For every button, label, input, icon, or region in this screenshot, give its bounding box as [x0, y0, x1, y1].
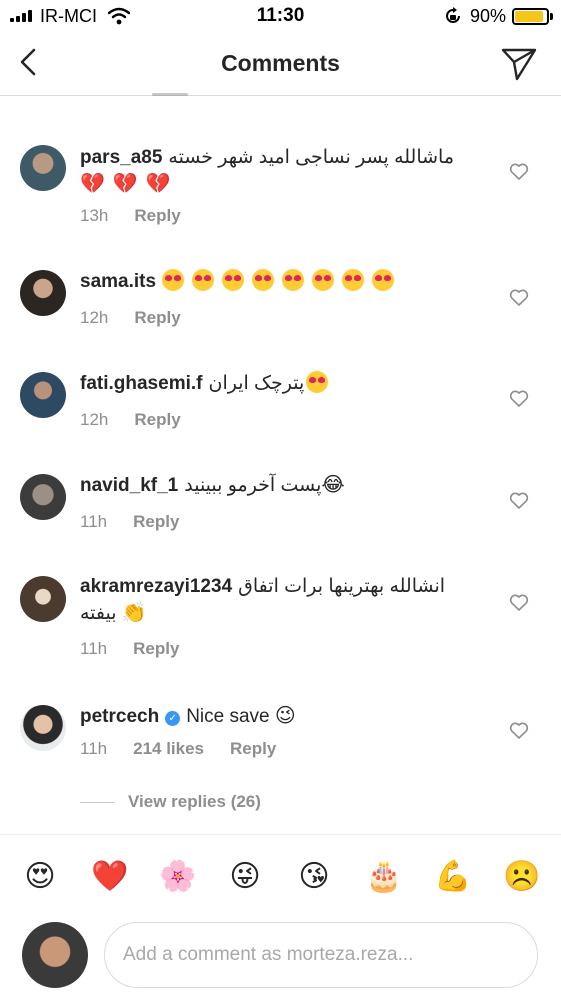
reply-button[interactable]: Reply	[230, 739, 276, 758]
emoji-winking-tongue-button[interactable]: 😜	[227, 859, 263, 895]
comment-username[interactable]: navid_kf_1	[80, 475, 178, 496]
heart-eyes-emoji	[252, 269, 275, 291]
comment-body: fati.ghasemi.f پترچک ایران	[80, 370, 480, 397]
heart-eyes-emoji	[312, 269, 335, 291]
comment-meta: 12h Reply	[80, 308, 207, 328]
battery-percent: 90%	[470, 6, 507, 26]
heart-eyes-emoji	[192, 269, 215, 291]
comment-body: pars_a85 ماشالله پسر نساجی امید شهر خسته …	[80, 144, 480, 198]
status-bar: IR-MCI 11:30 90%	[0, 0, 561, 34]
rotation-lock-icon	[446, 7, 460, 23]
battery-icon	[512, 8, 549, 25]
comment-text: پترچک ایران	[208, 373, 305, 394]
comment-time: 13h	[80, 206, 109, 225]
avatar[interactable]	[20, 145, 66, 191]
avatar[interactable]	[20, 372, 66, 418]
emoji-cherry-blossom-button[interactable]: 🌸	[159, 859, 196, 895]
comment-meta: 13h Reply	[80, 206, 207, 226]
heart-eyes-emoji	[282, 269, 305, 291]
broken-heart-emoji: 💔	[112, 173, 138, 195]
comment-body: akramrezayi1234 انشالله بهترینها برات اتف…	[80, 573, 480, 627]
heart-eyes-emoji	[162, 269, 185, 291]
header: Comments	[0, 34, 561, 96]
comment-time: 11h	[80, 639, 108, 658]
comment-meta: 11h 214 likes Reply	[80, 739, 302, 759]
laughing-emoji: 😂	[321, 474, 345, 496]
heart-outline-icon[interactable]	[509, 593, 529, 613]
heart-eyes-emoji	[372, 269, 395, 291]
comment-username[interactable]: pars_a85	[80, 147, 162, 168]
comment-username[interactable]: petrcech	[80, 706, 159, 727]
comment-body: sama.its	[80, 268, 480, 295]
emoji-frowning-button[interactable]: ☹️	[503, 859, 540, 895]
comment-text: Nice save	[186, 706, 270, 727]
comment-input[interactable]	[104, 922, 538, 988]
heart-eyes-emoji	[342, 269, 365, 291]
comment-username[interactable]: fati.ghasemi.f	[80, 373, 202, 394]
page-title: Comments	[221, 50, 340, 76]
comment-text: ماشالله پسر نساجی امید شهر خسته	[168, 147, 455, 168]
comment-time: 11h	[80, 739, 108, 758]
comment-username[interactable]: akramrezayi1234	[80, 576, 232, 597]
heart-outline-icon[interactable]	[509, 721, 529, 741]
send-icon[interactable]	[500, 44, 538, 82]
comment-meta: 12h Reply	[80, 410, 207, 430]
comment-text: پست آخرمو ببینید	[184, 475, 322, 496]
avatar[interactable]	[20, 576, 66, 622]
comment-time: 11h	[80, 512, 108, 531]
reply-button[interactable]: Reply	[134, 410, 180, 429]
verified-badge-icon: ✓	[165, 711, 181, 726]
reply-button[interactable]: Reply	[134, 206, 180, 225]
heart-outline-icon[interactable]	[509, 491, 529, 511]
emoji-red-heart-button[interactable]: ❤️	[91, 859, 128, 895]
winking-emoji: 😉	[274, 705, 296, 727]
comment-body: navid_kf_1 پست آخرمو ببینید😂	[80, 472, 480, 499]
emoji-kiss-button[interactable]: 😘	[296, 859, 332, 895]
comment-body: petrcech ✓ Nice save 😉	[80, 703, 480, 730]
avatar[interactable]	[20, 474, 66, 520]
replies-divider	[80, 802, 114, 804]
emoji-flexed-biceps-button[interactable]: 💪	[434, 859, 471, 895]
comment-composer	[0, 918, 561, 1000]
broken-heart-emoji: 💔	[80, 173, 105, 195]
avatar[interactable]	[20, 270, 66, 316]
broken-heart-emoji: 💔	[145, 173, 171, 195]
reply-button[interactable]: Reply	[134, 308, 180, 327]
comment-username[interactable]: sama.its	[80, 271, 156, 292]
clapping-emoji: 👏	[121, 602, 147, 624]
heart-outline-icon[interactable]	[509, 389, 529, 409]
my-avatar[interactable]	[22, 922, 88, 988]
view-replies-label: View replies (26)	[128, 792, 261, 811]
heart-outline-icon[interactable]	[509, 288, 529, 308]
emoji-bar: 😍 ❤️ 🌸 😜 😘 🎂 💪 ☹️	[0, 834, 561, 918]
comment-meta: 11h Reply	[80, 639, 205, 659]
view-replies-button[interactable]: View replies (26)	[80, 792, 261, 812]
reply-button[interactable]: Reply	[133, 639, 179, 658]
avatar[interactable]	[20, 705, 66, 751]
heart-outline-icon[interactable]	[509, 162, 529, 182]
emoji-cake-button[interactable]: 🎂	[365, 859, 402, 895]
reply-button[interactable]: Reply	[133, 512, 179, 531]
emoji-heart-eyes-button[interactable]: 😍	[22, 859, 58, 895]
previous-comment-fragment	[152, 90, 192, 98]
heart-eyes-emoji	[222, 269, 245, 291]
likes-count[interactable]: 214 likes	[133, 739, 204, 758]
battery-fill	[515, 11, 543, 22]
comment-time: 12h	[80, 308, 109, 327]
comment-time: 12h	[80, 410, 109, 429]
battery-tip	[550, 13, 553, 20]
comment-meta: 11h Reply	[80, 512, 205, 532]
heart-eyes-emoji	[306, 371, 329, 393]
